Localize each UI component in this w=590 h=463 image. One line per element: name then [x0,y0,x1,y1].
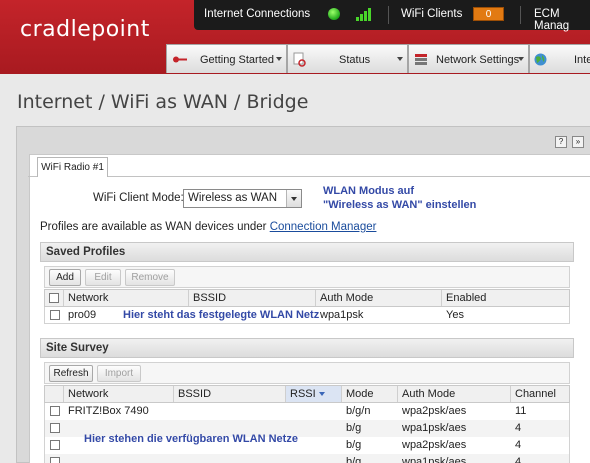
column-mode[interactable]: Mode [342,386,398,402]
connection-status-led-icon [328,8,340,20]
row-checkbox[interactable] [50,423,60,433]
chevron-down-icon [276,57,282,61]
column-auth-mode[interactable]: Auth Mode [316,290,442,306]
add-button[interactable]: Add [49,269,81,286]
cell-channel: 11 [515,405,527,417]
tab-wifi-radio-1[interactable]: WiFi Radio #1 [37,157,108,177]
remove-button[interactable]: Remove [125,269,175,286]
status-icon [293,52,306,67]
nav-tab-label: Status [339,54,371,66]
nav-tab-status[interactable]: Status [287,44,408,73]
ecm-manager-label[interactable]: ECM Manag [534,8,590,32]
nav-tab-getting-started[interactable]: Getting Started [166,44,287,73]
nav-tab-label: Inte [574,54,590,66]
column-enabled[interactable]: Enabled [442,290,570,306]
cell-mode: b/g [346,422,362,434]
row-checkbox[interactable] [50,457,60,463]
site-survey-header: Site Survey [40,338,574,358]
cell-auth-mode: wpa1psk/aes [402,422,467,434]
column-bssid[interactable]: BSSID [174,386,286,402]
status-divider [520,6,521,24]
cell-channel: 4 [515,422,522,434]
wifi-client-mode-value: Wireless as WAN [188,192,278,204]
cell-enabled: Yes [446,309,464,321]
row-checkbox[interactable] [50,310,60,320]
nav-tab-label: Network Settings [436,54,520,66]
page-title: Internet / WiFi as WAN / Bridge [17,91,309,113]
connection-manager-link[interactable]: Connection Manager [270,221,377,233]
row-checkbox[interactable] [50,440,60,450]
select-all-cell [45,290,64,306]
nav-tab-label: Getting Started [200,54,274,66]
cell-channel: 4 [515,439,522,451]
expand-icon[interactable]: » [572,136,584,148]
cell-auth-mode: wpa2psk/aes [402,439,467,451]
refresh-button[interactable]: Refresh [49,365,93,382]
saved-profiles-toolbar: Add Edit Remove [44,266,570,288]
cell-channel: 4 [515,456,522,463]
sort-descending-icon [318,392,325,397]
saved-profiles-header: Saved Profiles [40,242,574,262]
tab-divider [28,176,590,177]
status-bar: Internet Connections WiFi Clients 0 ECM … [194,0,590,32]
help-icon[interactable]: ? [554,136,567,148]
row-checkbox[interactable] [50,406,60,416]
column-channel[interactable]: Channel [511,386,570,402]
cell-mode: b/g [346,456,362,463]
wifi-client-mode-select[interactable]: Wireless as WAN [183,189,302,208]
site-survey-table-header: Network BSSID RSSI Mode Auth Mode Channe… [44,385,570,403]
cell-network [64,420,68,436]
chevron-down-icon [518,57,524,61]
wifi-clients-label[interactable]: WiFi Clients [401,8,462,20]
table-row[interactable]: FRITZ!Box 7490 b/g/n wpa2psk/aes 11 [44,403,570,420]
cell-auth-mode: wpa1psk [320,309,364,321]
nav-tab-network-settings[interactable]: Network Settings [408,44,529,73]
select-all-checkbox[interactable] [49,293,59,303]
chevron-down-icon [397,57,403,61]
internet-connections-label[interactable]: Internet Connections [204,8,310,20]
column-rssi-label: RSSI [290,388,316,400]
column-auth-mode[interactable]: Auth Mode [398,386,511,402]
annotation-mode-line2: "Wireless as WAN" einstellen [323,199,477,211]
panel-tools: ? » [553,135,584,148]
column-bssid[interactable]: BSSID [189,290,316,306]
cell-network [64,437,68,453]
cell-network [64,454,68,463]
column-network[interactable]: Network [64,386,174,402]
table-row[interactable]: b/g wpa1psk/aes 4 [44,454,570,463]
select-all-cell [45,386,64,402]
globe-icon [534,53,547,66]
wifi-clients-count-badge: 0 [473,7,504,21]
chevron-down-icon [286,190,301,207]
status-divider [388,6,389,24]
cell-mode: b/g [346,439,362,451]
cell-mode: b/g/n [346,405,371,417]
saved-profiles-table-header: Network BSSID Auth Mode Enabled [44,289,570,307]
profiles-note-text: Profiles are available as WAN devices un… [40,221,270,233]
profiles-note: Profiles are available as WAN devices un… [40,221,376,233]
key-icon [173,56,187,63]
main-nav: Getting Started Status Network Settings … [166,44,590,73]
column-network[interactable]: Network [64,290,189,306]
import-button[interactable]: Import [97,365,141,382]
site-survey-toolbar: Refresh Import [44,362,570,384]
network-icon [415,54,427,65]
cell-auth-mode: wpa2psk/aes [402,405,467,417]
column-rssi[interactable]: RSSI [286,386,342,402]
signal-strength-icon [356,7,376,21]
annotation-saved-network: Hier steht das festgelegte WLAN Netz [123,309,320,321]
edit-button[interactable]: Edit [85,269,121,286]
cell-network: FRITZ!Box 7490 [68,405,149,417]
cell-network: pro09 [68,309,97,321]
wifi-client-mode-label: WiFi Client Mode: [93,192,184,204]
annotation-available-networks: Hier stehen die verfügbaren WLAN Netze [84,433,298,445]
cradlepoint-logo[interactable]: cradlepoint [20,17,150,42]
annotation-mode-line1: WLAN Modus auf [323,185,415,197]
cell-auth-mode: wpa1psk/aes [402,456,467,463]
nav-tab-internet[interactable]: Inte [529,44,590,73]
